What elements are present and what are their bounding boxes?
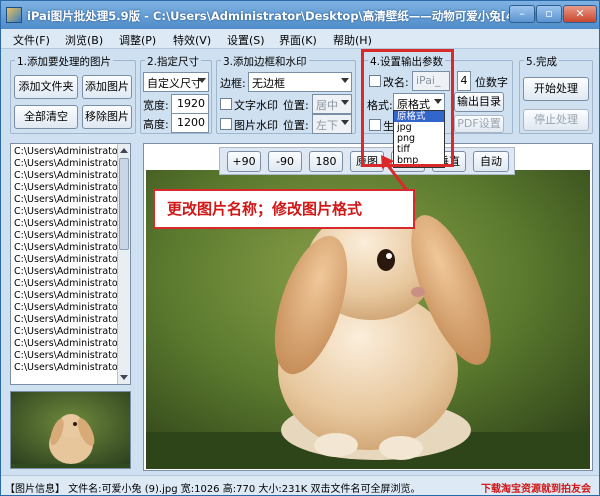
height-input[interactable]: 1200 <box>171 113 209 133</box>
maximize-button[interactable]: ▫ <box>536 5 562 23</box>
digits-label: 位数字 <box>475 76 508 89</box>
text-position-value: 居中 <box>316 99 338 112</box>
menu-settings[interactable]: 设置(S) <box>227 32 265 48</box>
text-watermark-checkbox[interactable] <box>220 98 232 110</box>
list-item[interactable]: C:\Users\Administrator\D <box>14 242 130 254</box>
thumbnail-preview <box>10 391 131 469</box>
text-position-select[interactable]: 居中 <box>312 94 352 114</box>
menu-bar: 文件(F) 浏览(B) 调整(P) 特效(V) 设置(S) 界面(K) 帮助(H… <box>1 29 599 49</box>
file-list[interactable]: C:\Users\Administrator\D C:\Users\Admini… <box>10 143 131 385</box>
border-value: 无边框 <box>252 77 285 90</box>
image-position-label: 位置: <box>283 119 309 132</box>
close-button[interactable]: ✕ <box>563 5 597 23</box>
text-position-label: 位置: <box>283 99 309 112</box>
list-item[interactable]: C:\Users\Administrator\D <box>14 218 130 230</box>
minimize-button[interactable]: – <box>509 5 535 23</box>
rotate-ccw-button[interactable]: -90 <box>268 151 302 172</box>
clear-all-button[interactable]: 全部清空 <box>14 105 78 129</box>
list-item[interactable]: C:\Users\Administrator\D <box>14 158 130 170</box>
menu-help[interactable]: 帮助(H) <box>333 32 372 48</box>
auto-button[interactable]: 自动 <box>473 151 509 172</box>
rotate-180-button[interactable]: 180 <box>309 151 343 172</box>
image-info-text: 【图片信息】 文件名:可爱小兔 (9).jpg 宽:1026 高:770 大小:… <box>5 484 421 495</box>
scrollbar-thumb[interactable] <box>119 158 129 250</box>
stop-button[interactable]: 停止处理 <box>523 109 589 131</box>
pdf-settings-button[interactable]: PDF设置 <box>454 115 504 133</box>
group-title-step1: 1.添加要处理的图片 <box>15 54 114 69</box>
menu-interface[interactable]: 界面(K) <box>279 32 317 48</box>
border-select[interactable]: 无边框 <box>248 72 352 92</box>
add-folder-button[interactable]: 添加文件夹 <box>14 75 78 99</box>
list-item[interactable]: C:\Users\Administrator\D <box>14 302 130 314</box>
app-window: iPai图片批处理5.9版 - C:\Users\Administrator\D… <box>0 0 600 496</box>
digits-input[interactable]: 4 <box>457 71 471 91</box>
image-position-select[interactable]: 左下 <box>312 114 352 134</box>
group-title-step3: 3.添加边框和水印 <box>221 54 309 69</box>
status-bar: 【图片信息】 文件名:可爱小兔 (9).jpg 宽:1026 高:770 大小:… <box>1 475 599 495</box>
menu-effects[interactable]: 特效(V) <box>173 32 211 48</box>
list-item[interactable]: C:\Users\Administrator\D <box>14 206 130 218</box>
rotate-cw-button[interactable]: +90 <box>227 151 261 172</box>
list-item[interactable]: C:\Users\Administrator\D <box>14 338 130 350</box>
menu-adjust[interactable]: 调整(P) <box>119 32 156 48</box>
list-item[interactable]: C:\Users\Administrator\D <box>14 326 130 338</box>
file-list-scrollbar[interactable] <box>117 144 130 384</box>
image-watermark-label: 图片水印 <box>234 119 278 132</box>
size-preset-select[interactable]: 自定义尺寸 <box>143 72 209 92</box>
list-item[interactable]: C:\Users\Administrator\D <box>14 146 130 158</box>
text-watermark-label: 文字水印 <box>234 99 278 112</box>
promo-link[interactable]: 下载淘宝资源就到拍友会 <box>481 480 591 495</box>
image-position-value: 左下 <box>316 119 338 132</box>
scroll-up-arrow-icon[interactable] <box>120 148 128 153</box>
size-preset-value: 自定义尺寸 <box>147 77 202 90</box>
image-watermark-checkbox[interactable] <box>220 118 232 130</box>
chevron-down-icon <box>341 100 349 105</box>
app-icon <box>6 7 22 23</box>
chevron-down-icon <box>198 78 206 83</box>
list-item[interactable]: C:\Users\Administrator\D <box>14 362 130 374</box>
output-dir-button[interactable]: 输出目录 <box>454 92 504 112</box>
list-item[interactable]: C:\Users\Administrator\D <box>14 278 130 290</box>
list-item[interactable]: C:\Users\Administrator\D <box>14 170 130 182</box>
remove-image-button[interactable]: 移除图片 <box>82 105 132 129</box>
start-button[interactable]: 开始处理 <box>523 77 589 101</box>
list-item[interactable]: C:\Users\Administrator\D <box>14 290 130 302</box>
list-item[interactable]: C:\Users\Administrator\D <box>14 194 130 206</box>
width-input[interactable]: 1920 <box>171 94 209 114</box>
menu-browse[interactable]: 浏览(B) <box>65 32 103 48</box>
menu-file[interactable]: 文件(F) <box>13 32 50 48</box>
width-label: 宽度: <box>143 99 169 112</box>
title-bar[interactable]: iPai图片批处理5.9版 - C:\Users\Administrator\D… <box>1 1 599 29</box>
list-item[interactable]: C:\Users\Administrator\D <box>14 266 130 278</box>
scroll-down-arrow-icon[interactable] <box>120 375 128 380</box>
border-label: 边框: <box>220 77 246 90</box>
height-label: 高度: <box>143 118 169 131</box>
chevron-down-icon <box>341 78 349 83</box>
add-image-button[interactable]: 添加图片 <box>82 75 132 99</box>
list-item[interactable]: C:\Users\Administrator\D <box>14 182 130 194</box>
list-item[interactable]: C:\Users\Administrator\D <box>14 230 130 242</box>
list-item[interactable]: C:\Users\Administrator\D <box>14 254 130 266</box>
group-title-step5: 5.完成 <box>524 54 560 69</box>
group-title-step2: 2.指定尺寸 <box>145 54 202 69</box>
annotation-callout: 更改图片名称；修改图片格式 <box>153 189 415 229</box>
list-item[interactable]: C:\Users\Administrator\D <box>14 350 130 362</box>
chevron-down-icon <box>341 120 349 125</box>
annotation-highlight-box <box>361 49 454 167</box>
list-item[interactable]: C:\Users\Administrator\D <box>14 314 130 326</box>
